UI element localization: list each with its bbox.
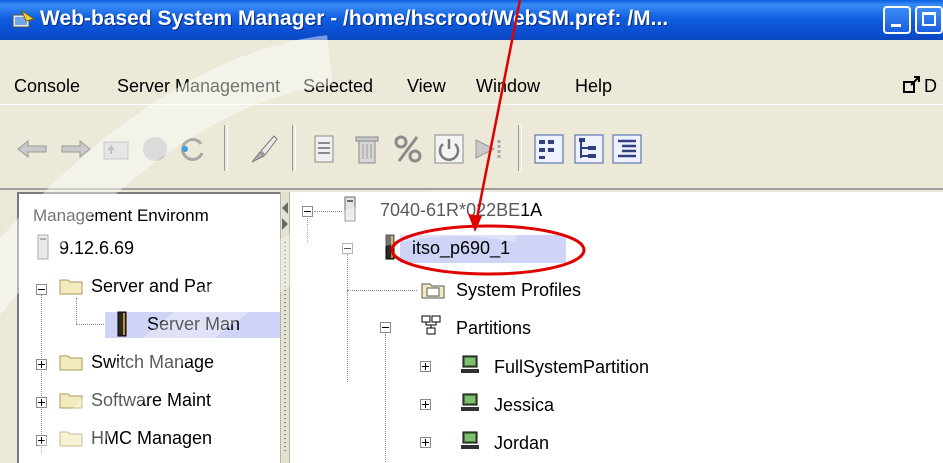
expand-right-arrow-icon[interactable]	[282, 218, 288, 230]
percent-icon[interactable]	[391, 132, 425, 166]
menu-selected[interactable]: Selected	[303, 76, 373, 97]
partition-icon	[461, 355, 479, 373]
websm-app-icon	[12, 9, 36, 28]
toolbar-separator	[518, 125, 522, 171]
collapse-toggle[interactable]	[380, 322, 391, 333]
menu-console[interactable]: Console	[14, 76, 80, 97]
folder-icon	[59, 393, 83, 409]
partition-jordan[interactable]: Jordan	[494, 433, 549, 454]
maximize-button[interactable]	[915, 6, 943, 34]
folder-icon	[59, 355, 83, 371]
refresh-icon[interactable]	[176, 132, 210, 166]
detach-icon[interactable]	[902, 74, 922, 94]
window-title: Web-based System Manager - /home/hscroot…	[40, 7, 669, 30]
navigation-tree-pane[interactable]: Management Environm 9.12.6.69 Server and…	[17, 192, 280, 463]
brush-icon[interactable]	[246, 132, 280, 166]
folder-icon	[59, 279, 83, 295]
collapse-toggle[interactable]	[36, 284, 47, 295]
system-profiles-node[interactable]: System Profiles	[456, 280, 581, 301]
switch-management-node[interactable]: Switch Manage	[91, 352, 214, 373]
collapse-left-arrow-icon[interactable]	[282, 202, 288, 214]
menu-view[interactable]: View	[407, 76, 446, 97]
expand-toggle[interactable]	[420, 437, 431, 448]
large-icons-view-icon[interactable]	[532, 132, 566, 166]
server-management-node[interactable]: Server Man	[147, 314, 240, 335]
managed-system-node[interactable]: 7040-61R*022BE1A	[380, 200, 542, 221]
server-management-icon	[117, 311, 127, 337]
partition-fullsystempartition[interactable]: FullSystemPartition	[494, 357, 649, 378]
partitions-node[interactable]: Partitions	[456, 318, 531, 339]
activate-icon[interactable]	[472, 132, 506, 166]
partitions-network-icon	[421, 315, 441, 335]
splitter-grip	[284, 242, 286, 453]
stop-icon[interactable]	[138, 132, 172, 166]
menu-server-management[interactable]: Server Management	[117, 76, 280, 97]
left-window-edge	[0, 192, 17, 463]
expand-toggle[interactable]	[36, 435, 47, 446]
delete-icon[interactable]	[350, 132, 384, 166]
server-icon	[385, 234, 395, 260]
server-icon	[37, 234, 49, 260]
software-maintenance-node[interactable]: Software Maint	[91, 390, 211, 411]
title-bar[interactable]: Web-based System Manager - /home/hscroot…	[0, 0, 943, 40]
folder-icon	[59, 431, 83, 447]
selected-server-node[interactable]: itso_p690_1	[412, 238, 510, 259]
menu-window[interactable]: Window	[476, 76, 540, 97]
expand-toggle[interactable]	[36, 359, 47, 370]
menu-help[interactable]: Help	[575, 76, 612, 97]
partition-icon	[461, 393, 479, 411]
menu-bar: Console Server Management Selected View …	[0, 66, 943, 104]
detach-label: D	[924, 76, 937, 96]
minimize-button[interactable]	[883, 6, 911, 34]
back-icon[interactable]	[16, 132, 50, 166]
pane-splitter[interactable]	[280, 192, 290, 463]
system-profiles-icon	[421, 283, 445, 299]
power-icon[interactable]	[432, 132, 466, 166]
partition-icon	[461, 431, 479, 449]
managed-system-icon	[344, 196, 356, 222]
expand-toggle[interactable]	[420, 361, 431, 372]
tree-header: Management Environm	[33, 206, 209, 225]
toolbar-separator	[224, 125, 228, 171]
collapse-toggle[interactable]	[342, 243, 353, 254]
collapse-toggle[interactable]	[302, 206, 313, 217]
expand-toggle[interactable]	[36, 397, 47, 408]
partition-jessica[interactable]: Jessica	[494, 395, 554, 416]
details-view-icon[interactable]	[610, 132, 644, 166]
toolbar-separator	[292, 125, 296, 171]
host-node-label[interactable]: 9.12.6.69	[59, 238, 134, 259]
expand-toggle[interactable]	[420, 399, 431, 410]
up-folder-icon[interactable]	[98, 132, 132, 166]
hmc-management-node[interactable]: HMC Managen	[91, 428, 212, 449]
properties-icon[interactable]	[307, 132, 341, 166]
content-tree-pane[interactable]: 7040-61R*022BE1A itso_p690_1 System Prof…	[290, 192, 943, 463]
forward-icon[interactable]	[58, 132, 92, 166]
websm-window: Web-based System Manager - /home/hscroot…	[0, 0, 943, 463]
tree-view-icon[interactable]	[572, 132, 606, 166]
toolbar	[0, 104, 943, 190]
server-and-partition-node[interactable]: Server and Par	[91, 276, 212, 297]
